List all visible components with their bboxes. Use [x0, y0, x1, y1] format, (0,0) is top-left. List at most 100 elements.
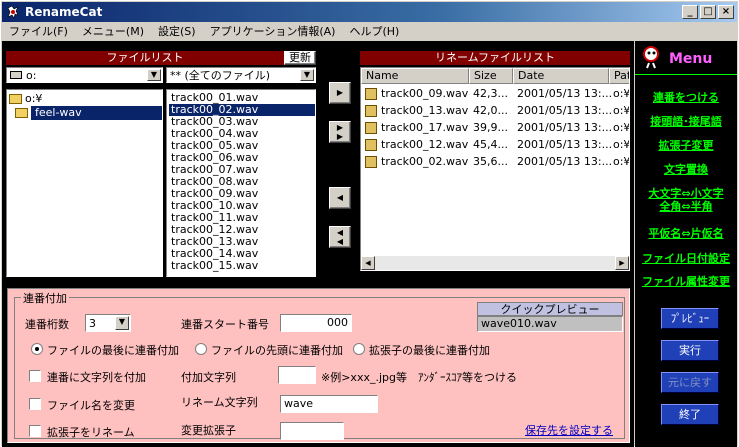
save-location-link[interactable]: 保存先を設定する — [525, 422, 613, 438]
drive-select[interactable]: o: ▼ — [6, 67, 163, 83]
arrow-left-icon: ◀ — [336, 193, 344, 202]
cell-date: 2001/05/13 13:... — [517, 104, 613, 117]
numbering-group: 連番付加 連番桁数 3 ▼ 連番スタート番号 000 クイックプレビュー wav… — [14, 290, 625, 440]
wav-file-icon — [365, 105, 377, 117]
cell-name: track00_17.wav — [381, 121, 469, 134]
wav-file-icon — [365, 122, 377, 134]
cell-name: track00_09.wav — [381, 87, 469, 100]
menu-file[interactable]: ファイル(F) — [2, 23, 75, 39]
table-row[interactable]: track00_09.wav 42,3... 2001/05/13 13:... o:… — [361, 86, 629, 102]
menu-settings[interactable]: 設定(S) — [151, 23, 203, 39]
rename-list[interactable]: Name Size Date Pat track00_09.wav 42,3...… — [360, 67, 630, 271]
execute-button[interactable]: 実行 — [661, 340, 719, 361]
wav-file-icon — [365, 139, 377, 151]
table-row[interactable]: track00_17.wav 39,9... 2001/05/13 13:... o:… — [361, 120, 629, 136]
col-size[interactable]: Size — [469, 68, 513, 84]
col-name[interactable]: Name — [361, 68, 469, 84]
radio-append-end[interactable] — [31, 343, 43, 355]
quick-preview-label: クイックプレビュー — [477, 302, 623, 316]
radio-ext-end-label: 拡張子の最後に連番付加 — [369, 344, 490, 357]
col-date[interactable]: Date — [513, 68, 609, 84]
menu-menu[interactable]: メニュー(M) — [75, 23, 151, 39]
folder-item[interactable]: feel-wav — [7, 106, 162, 120]
cell-date: 2001/05/13 13:... — [517, 155, 613, 168]
start-number-input[interactable]: 000 — [280, 314, 352, 332]
chk-add-text-label: 連番に文字列を付加 — [47, 371, 146, 384]
folder-name: o:¥ — [25, 92, 43, 105]
link-numbering[interactable]: 連番をつける — [635, 89, 737, 105]
cell-name: track00_02.wav — [381, 155, 469, 168]
chevron-down-icon[interactable]: ▼ — [147, 69, 161, 81]
table-row[interactable]: track00_12.wav 45,4... 2001/05/13 13:... o:… — [361, 137, 629, 153]
double-arrow-left-icon: ◀ ◀ — [336, 228, 344, 246]
digits-value: 3 — [89, 316, 96, 330]
filelist-label: ファイルリスト — [6, 51, 284, 65]
rename-text-input[interactable]: wave — [280, 395, 378, 413]
maximize-button[interactable]: □ — [700, 5, 716, 19]
horizontal-scrollbar[interactable]: ◀ ▶ — [361, 256, 629, 270]
add-text-label: 付加文字列 — [181, 371, 236, 384]
cell-size: 42,3... — [473, 87, 508, 100]
menu-logo-icon — [641, 45, 663, 69]
close-button[interactable]: × — [718, 5, 734, 19]
add-all-button[interactable]: ▶ ▶ — [329, 121, 351, 143]
add-text-input[interactable] — [278, 366, 316, 384]
chk-rename-file-label: ファイル名を変更 — [47, 399, 135, 412]
chevron-down-icon[interactable]: ▼ — [300, 69, 314, 81]
refresh-button[interactable]: 更新 — [284, 51, 316, 65]
chk-rename-file[interactable] — [29, 398, 41, 410]
menu-help[interactable]: ヘルプ(H) — [342, 23, 406, 39]
link-width[interactable]: 全角⇔半角 — [635, 198, 737, 214]
filter-select[interactable]: ** (全てのファイル) ▼ — [166, 67, 316, 83]
quick-preview-value: wave010.wav — [477, 316, 623, 332]
cell-path: o:¥ — [613, 121, 630, 134]
app-window: RenameCat _ □ × ファイル(F) メニュー(M) 設定(S) アプ… — [0, 0, 739, 447]
cell-size: 39,9... — [473, 121, 508, 134]
scroll-left-icon[interactable]: ◀ — [361, 256, 375, 270]
group-label: 連番付加 — [21, 290, 69, 306]
minimize-button[interactable]: _ — [682, 5, 698, 19]
folder-tree[interactable]: o:¥ feel-wav — [6, 89, 163, 277]
chk-rename-ext-label: 拡張子をリネーム — [47, 426, 135, 439]
preview-button[interactable]: ﾌﾟﾚﾋﾞｭｰ — [661, 308, 719, 329]
digits-select[interactable]: 3 ▼ — [85, 314, 131, 332]
window-title: RenameCat — [25, 5, 103, 19]
file-list[interactable]: track00_01.wav track00_02.wav track00_03.w… — [166, 89, 316, 277]
chk-add-text[interactable] — [29, 370, 41, 382]
menu-bar: ファイル(F) メニュー(M) 設定(S) アプリケーション情報(A) ヘルプ(… — [2, 22, 737, 40]
col-path[interactable]: Pat — [609, 68, 629, 84]
radio-ext-end[interactable] — [353, 343, 365, 355]
chevron-down-icon[interactable]: ▼ — [115, 316, 129, 330]
cell-name: track00_13.wav — [381, 104, 469, 117]
chk-rename-ext[interactable] — [29, 425, 41, 437]
cell-date: 2001/05/13 13:... — [517, 121, 613, 134]
undo-button[interactable]: 元に戻す — [661, 372, 719, 393]
list-item[interactable]: track00_15.wav — [169, 260, 315, 272]
link-extension[interactable]: 拡張子変更 — [635, 137, 737, 153]
cell-path: o:¥ — [613, 138, 630, 151]
ext-input[interactable] — [280, 422, 344, 440]
menu-app-info[interactable]: アプリケーション情報(A) — [203, 23, 343, 39]
link-prefix-suffix[interactable]: 接頭語･接尾語 — [635, 113, 737, 129]
cell-size: 35,6... — [473, 155, 508, 168]
remove-all-button[interactable]: ◀ ◀ — [329, 226, 351, 248]
link-replace[interactable]: 文字置換 — [635, 161, 737, 177]
digits-label: 連番桁数 — [25, 318, 69, 331]
cell-path: o:¥ — [613, 104, 630, 117]
scroll-right-icon[interactable]: ▶ — [615, 256, 629, 270]
add-file-button[interactable]: ▶ — [329, 82, 351, 104]
folder-item[interactable]: o:¥ — [7, 92, 162, 106]
cell-path: o:¥ — [613, 87, 630, 100]
exit-button[interactable]: 終了 — [661, 404, 719, 425]
remove-file-button[interactable]: ◀ — [329, 187, 351, 209]
radio-prepend[interactable] — [195, 343, 207, 355]
table-row[interactable]: track00_13.wav 42,0... 2001/05/13 13:... o:… — [361, 103, 629, 119]
title-bar[interactable]: RenameCat _ □ × — [2, 2, 737, 22]
work-area: ファイルリスト 更新 o: ▼ ** (全てのファイル) ▼ o:¥ feel-w… — [2, 41, 634, 447]
link-kana[interactable]: 平仮名⇔片仮名 — [635, 225, 737, 241]
double-arrow-right-icon: ▶ ▶ — [336, 123, 344, 141]
arrow-right-icon: ▶ — [336, 88, 344, 97]
link-file-date[interactable]: ファイル日付設定 — [635, 250, 737, 266]
link-file-attr[interactable]: ファイル属性変更 — [635, 273, 737, 289]
table-row[interactable]: track00_02.wav 35,6... 2001/05/13 13:... o:… — [361, 154, 629, 170]
